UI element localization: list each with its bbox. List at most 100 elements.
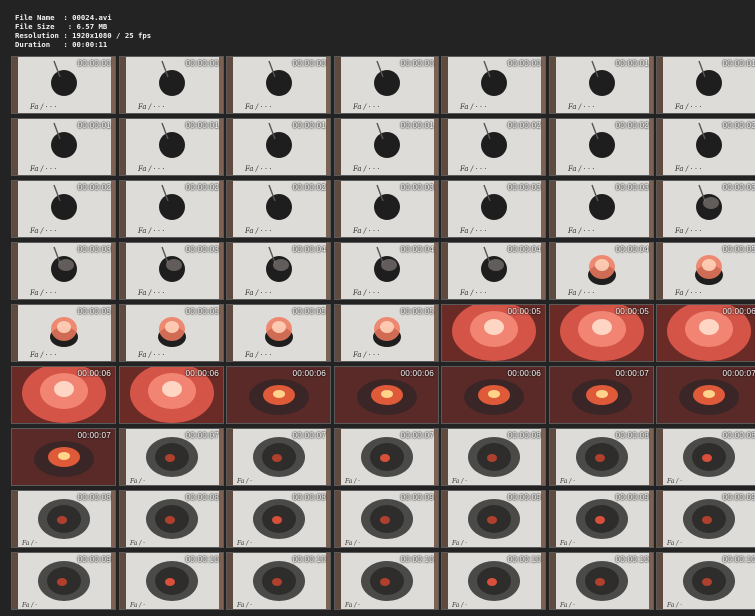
svg-text:Fa / · · ·: Fa / · · · (244, 103, 272, 111)
thumbnail-frame[interactable]: Fa / · · · 00:00:05 (656, 242, 755, 300)
thumbnail-frame[interactable]: Fa / · · · 00:00:00 (441, 56, 546, 114)
frame-timestamp: 00:00:10 (722, 555, 755, 564)
thumbnail-frame[interactable]: Fa / · · · 00:00:01 (11, 118, 116, 176)
frame-timestamp: 00:00:09 (615, 493, 649, 502)
thumbnail-frame[interactable]: Fa / · 00:00:10 (549, 552, 654, 610)
svg-text:Fa / · · ·: Fa / · · · (459, 227, 487, 235)
thumbnail-frame[interactable]: Fa / · · · 00:00:01 (119, 118, 224, 176)
thumbnail-frame[interactable]: Fa / · 00:00:10 (656, 552, 755, 610)
file-size-label: File Size (15, 22, 55, 31)
frame-timestamp: 00:00:08 (615, 431, 649, 440)
thumbnail-frame[interactable]: Fa / · · · 00:00:02 (549, 118, 654, 176)
thumbnail-frame[interactable]: Fa / · · · 00:00:02 (11, 180, 116, 238)
thumbnail-frame[interactable]: Fa / · · · 00:00:03 (441, 180, 546, 238)
thumbnail-frame[interactable]: Fa / · · · 00:00:05 (334, 304, 439, 362)
thumbnail-frame[interactable]: 00:00:07 (549, 366, 654, 424)
thumbnail-frame[interactable]: Fa / · · · 00:00:04 (441, 242, 546, 300)
thumbnail-frame[interactable]: Fa / · 00:00:10 (441, 552, 546, 610)
thumbnail-frame[interactable]: Fa / · 00:00:07 (334, 428, 439, 486)
frame-timestamp: 00:00:05 (185, 307, 219, 316)
svg-text:Fa / · · ·: Fa / · · · (137, 165, 165, 173)
thumbnail-frame[interactable]: 00:00:07 (11, 428, 116, 486)
thumbnail-frame[interactable]: 00:00:06 (226, 366, 331, 424)
thumbnail-frame[interactable]: 00:00:06 (11, 366, 116, 424)
thumbnail-frame[interactable]: Fa / · · · 00:00:03 (656, 180, 755, 238)
thumbnail-frame[interactable]: Fa / · 00:00:07 (119, 428, 224, 486)
thumbnail-frame[interactable]: Fa / · · · 00:00:03 (334, 180, 439, 238)
thumbnail-frame[interactable]: Fa / · · · 00:00:00 (334, 56, 439, 114)
thumbnail-frame[interactable]: Fa / · 00:00:08 (441, 428, 546, 486)
thumbnail-frame[interactable]: 00:00:06 (119, 366, 224, 424)
thumbnail-frame[interactable]: Fa / · · · 00:00:02 (656, 118, 755, 176)
thumbnail-frame[interactable]: 00:00:05 (549, 304, 654, 362)
svg-text:Fa / ·: Fa / · (666, 602, 682, 609)
frame-timestamp: 00:00:00 (507, 59, 541, 68)
frame-timestamp: 00:00:06 (400, 369, 434, 378)
thumbnail-frame[interactable]: Fa / · 00:00:08 (656, 428, 755, 486)
frame-timestamp: 00:00:06 (77, 369, 111, 378)
thumbnail-frame[interactable]: Fa / · · · 00:00:00 (119, 56, 224, 114)
frame-timestamp: 00:00:02 (292, 183, 326, 192)
frame-timestamp: 00:00:10 (292, 555, 326, 564)
thumbnail-frame[interactable]: Fa / · · · 00:00:00 (11, 56, 116, 114)
svg-text:Fa / ·: Fa / · (344, 602, 360, 609)
thumbnail-frame[interactable]: Fa / · 00:00:08 (226, 490, 331, 548)
frame-timestamp: 00:00:10 (507, 555, 541, 564)
thumbnail-frame[interactable]: Fa / · 00:00:10 (119, 552, 224, 610)
duration-label: Duration (15, 40, 51, 49)
thumbnail-frame[interactable]: Fa / · 00:00:09 (656, 490, 755, 548)
thumbnail-frame[interactable]: Fa / · · · 00:00:04 (549, 242, 654, 300)
thumbnail-frame[interactable]: Fa / · 00:00:09 (11, 552, 116, 610)
frame-timestamp: 00:00:08 (185, 493, 219, 502)
thumbnail-frame[interactable]: Fa / · · · 00:00:04 (334, 242, 439, 300)
thumbnail-frame[interactable]: Fa / · · · 00:00:03 (11, 242, 116, 300)
thumbnail-frame[interactable]: Fa / · 00:00:10 (226, 552, 331, 610)
thumbnail-frame[interactable]: Fa / · 00:00:10 (334, 552, 439, 610)
thumbnail-frame[interactable]: 00:00:06 (334, 366, 439, 424)
thumbnail-frame[interactable]: Fa / · 00:00:07 (226, 428, 331, 486)
thumbnail-frame[interactable]: 00:00:07 (656, 366, 755, 424)
thumbnail-frame[interactable]: 00:00:06 (441, 366, 546, 424)
thumbnail-frame[interactable]: Fa / · · · 00:00:00 (226, 56, 331, 114)
svg-text:Fa / · · ·: Fa / · · · (567, 103, 595, 111)
thumbnail-frame[interactable]: Fa / · 00:00:09 (549, 490, 654, 548)
frame-timestamp: 00:00:01 (400, 121, 434, 130)
frame-timestamp: 00:00:03 (400, 183, 434, 192)
svg-text:Fa / · · ·: Fa / · · · (29, 289, 57, 297)
svg-text:Fa / ·: Fa / · (236, 478, 252, 485)
frame-timestamp: 00:00:08 (292, 493, 326, 502)
svg-text:Fa / ·: Fa / · (236, 540, 252, 547)
svg-text:Fa / ·: Fa / · (129, 540, 145, 547)
svg-text:Fa / · · ·: Fa / · · · (674, 165, 702, 173)
frame-timestamp: 00:00:02 (722, 121, 755, 130)
thumbnail-frame[interactable]: 00:00:06 (656, 304, 755, 362)
thumbnail-frame[interactable]: Fa / · 00:00:08 (119, 490, 224, 548)
thumbnail-frame[interactable]: Fa / · · · 00:00:03 (549, 180, 654, 238)
thumbnail-frame[interactable]: Fa / · · · 00:00:05 (119, 304, 224, 362)
frame-timestamp: 00:00:07 (615, 369, 649, 378)
thumbnail-frame[interactable]: Fa / · 00:00:09 (334, 490, 439, 548)
thumbnail-frame[interactable]: Fa / · · · 00:00:02 (441, 118, 546, 176)
svg-text:Fa / ·: Fa / · (21, 540, 37, 547)
duration-value: 00:00:11 (72, 40, 108, 49)
frame-timestamp: 00:00:01 (292, 121, 326, 130)
svg-text:Fa / · · ·: Fa / · · · (29, 227, 57, 235)
thumbnail-frame[interactable]: Fa / · 00:00:09 (441, 490, 546, 548)
thumbnail-frame[interactable]: Fa / · · · 00:00:03 (119, 242, 224, 300)
frame-timestamp: 00:00:03 (77, 245, 111, 254)
thumbnail-frame[interactable]: Fa / · · · 00:00:05 (11, 304, 116, 362)
thumbnail-frame[interactable]: 00:00:05 (441, 304, 546, 362)
thumbnail-frame[interactable]: Fa / · 00:00:08 (549, 428, 654, 486)
thumbnail-frame[interactable]: Fa / · 00:00:08 (11, 490, 116, 548)
frame-timestamp: 00:00:04 (292, 245, 326, 254)
resolution-label: Resolution (15, 31, 59, 40)
thumbnail-frame[interactable]: Fa / · · · 00:00:01 (656, 56, 755, 114)
thumbnail-frame[interactable]: Fa / · · · 00:00:01 (334, 118, 439, 176)
thumbnail-frame[interactable]: Fa / · · · 00:00:01 (226, 118, 331, 176)
thumbnail-frame[interactable]: Fa / · · · 00:00:05 (226, 304, 331, 362)
frame-timestamp: 00:00:01 (722, 59, 755, 68)
thumbnail-frame[interactable]: Fa / · · · 00:00:01 (549, 56, 654, 114)
thumbnail-frame[interactable]: Fa / · · · 00:00:02 (119, 180, 224, 238)
thumbnail-frame[interactable]: Fa / · · · 00:00:04 (226, 242, 331, 300)
thumbnail-frame[interactable]: Fa / · · · 00:00:02 (226, 180, 331, 238)
